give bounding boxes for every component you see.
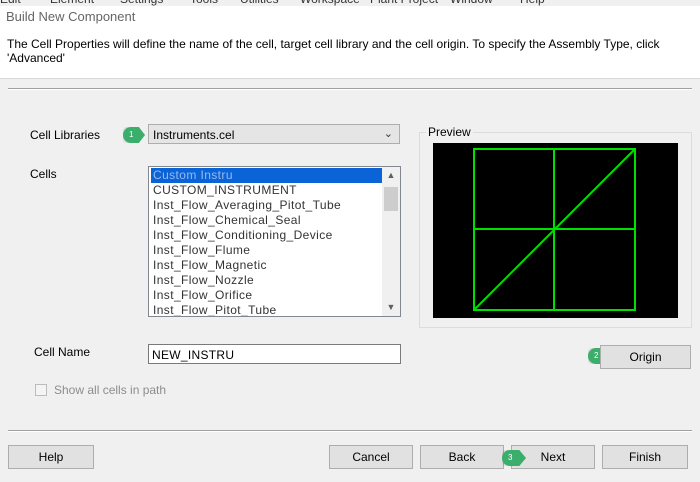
cell-name-input[interactable]: NEW_INSTRU (148, 344, 401, 364)
origin-button[interactable]: Origin (600, 345, 691, 369)
list-item[interactable]: Inst_Flow_Magnetic (151, 258, 382, 273)
cell-libraries-dropdown[interactable]: Instruments.cel ⌄ (148, 124, 400, 144)
preview-label: Preview (426, 125, 473, 139)
cells-label: Cells (30, 167, 57, 181)
list-item[interactable]: CUSTOM_INSTRUMENT (151, 183, 382, 198)
list-item[interactable]: Inst_Flow_Pitot_Tube (151, 303, 382, 316)
cells-list[interactable]: Custom Instru CUSTOM_INSTRUMENT Inst_Flo… (148, 166, 401, 317)
header-panel: The Cell Properties will define the name… (0, 28, 700, 79)
list-item[interactable]: Inst_Flow_Flume (151, 243, 382, 258)
cell-libraries-label: Cell Libraries (30, 128, 101, 142)
list-item[interactable]: Inst_Flow_Conditioning_Device (151, 228, 382, 243)
bottom-separator (8, 430, 692, 432)
top-separator (8, 88, 692, 90)
dialog-title: Build New Component (6, 9, 136, 24)
show-all-cells-label: Show all cells in path (54, 383, 167, 397)
cell-name-value: NEW_INSTRU (152, 348, 235, 362)
chevron-down-icon: ⌄ (383, 128, 393, 140)
finish-button[interactable]: Finish (602, 445, 688, 469)
scrollbar-thumb[interactable] (384, 187, 398, 211)
cell-preview-graphic (473, 148, 636, 311)
preview-canvas (433, 143, 678, 318)
cell-name-label: Cell Name (34, 345, 91, 359)
cancel-button[interactable]: Cancel (329, 445, 413, 469)
list-item[interactable]: Inst_Flow_Averaging_Pitot_Tube (151, 198, 382, 213)
cells-list-scrollbar[interactable]: ▲ ▼ (382, 167, 400, 316)
help-button[interactable]: Help (8, 445, 94, 469)
title-bar: Build New Component (0, 6, 700, 28)
list-item[interactable]: Inst_Flow_Chemical_Seal (151, 213, 382, 228)
header-description: The Cell Properties will define the name… (7, 37, 660, 65)
list-item[interactable]: Inst_Flow_Nozzle (151, 273, 382, 288)
checkbox-box[interactable] (35, 384, 47, 396)
back-button[interactable]: Back (420, 445, 504, 469)
scroll-down-icon[interactable]: ▼ (382, 299, 400, 316)
list-item[interactable]: Custom Instru (151, 168, 382, 183)
cell-libraries-selected: Instruments.cel (153, 128, 235, 142)
list-item[interactable]: Inst_Flow_Orifice (151, 288, 382, 303)
scroll-up-icon[interactable]: ▲ (382, 167, 400, 184)
